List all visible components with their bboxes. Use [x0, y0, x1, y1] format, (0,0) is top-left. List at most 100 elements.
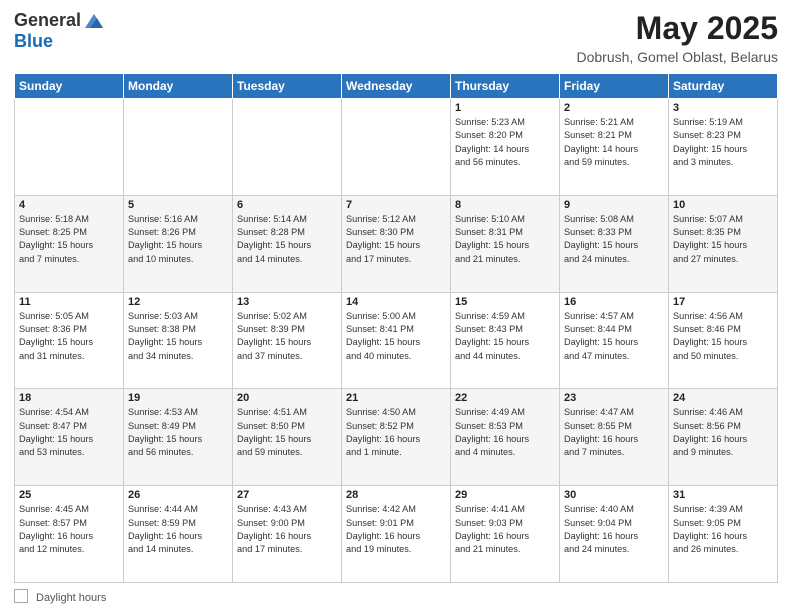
table-row: 7 Sunrise: 5:12 AMSunset: 8:30 PMDaylight… — [342, 195, 451, 292]
table-row: 18 Sunrise: 4:54 AMSunset: 8:47 PMDayligh… — [15, 389, 124, 486]
day-number: 4 — [19, 199, 119, 211]
table-row: 14 Sunrise: 5:00 AMSunset: 8:41 PMDayligh… — [342, 292, 451, 389]
day-number: 25 — [19, 489, 119, 501]
day-info: Sunrise: 5:00 AMSunset: 8:41 PMDaylight:… — [346, 310, 446, 363]
col-saturday: Saturday — [669, 74, 778, 99]
day-info: Sunrise: 5:12 AMSunset: 8:30 PMDaylight:… — [346, 213, 446, 266]
table-row: 6 Sunrise: 5:14 AMSunset: 8:28 PMDaylight… — [233, 195, 342, 292]
day-info: Sunrise: 4:49 AMSunset: 8:53 PMDaylight:… — [455, 406, 555, 459]
table-row: 28Sunrise: 4:42 AMSunset: 9:01 PMDayligh… — [342, 486, 451, 583]
table-row: 27Sunrise: 4:43 AMSunset: 9:00 PMDayligh… — [233, 486, 342, 583]
calendar-header: Sunday Monday Tuesday Wednesday Thursday… — [15, 74, 778, 99]
table-row: 26Sunrise: 4:44 AMSunset: 8:59 PMDayligh… — [124, 486, 233, 583]
day-number: 11 — [19, 296, 119, 308]
logo-icon — [83, 10, 105, 32]
table-row: 17 Sunrise: 4:56 AMSunset: 8:46 PMDayligh… — [669, 292, 778, 389]
day-info: Sunrise: 5:16 AMSunset: 8:26 PMDaylight:… — [128, 213, 228, 266]
day-info: Sunrise: 5:19 AMSunset: 8:23 PMDaylight:… — [673, 116, 773, 169]
table-row: 31 Sunrise: 4:39 AMSunset: 9:05 PMDayligh… — [669, 486, 778, 583]
day-number: 31 — [673, 489, 773, 501]
table-row: 12 Sunrise: 5:03 AMSunset: 8:38 PMDayligh… — [124, 292, 233, 389]
day-info: Sunrise: 4:56 AMSunset: 8:46 PMDaylight:… — [673, 310, 773, 363]
day-info: Sunrise: 5:02 AMSunset: 8:39 PMDaylight:… — [237, 310, 337, 363]
day-number: 28 — [346, 489, 446, 501]
table-row — [342, 99, 451, 196]
day-info: Sunrise: 4:50 AMSunset: 8:52 PMDaylight:… — [346, 406, 446, 459]
day-info: Sunrise: 4:51 AMSunset: 8:50 PMDaylight:… — [237, 406, 337, 459]
table-row: 1Sunrise: 5:23 AMSunset: 8:20 PMDaylight… — [451, 99, 560, 196]
day-info: Sunrise: 4:53 AMSunset: 8:49 PMDaylight:… — [128, 406, 228, 459]
day-number: 21 — [346, 392, 446, 404]
day-info: Sunrise: 4:54 AMSunset: 8:47 PMDaylight:… — [19, 406, 119, 459]
table-row: 3 Sunrise: 5:19 AMSunset: 8:23 PMDaylight… — [669, 99, 778, 196]
daylight-box-icon — [14, 589, 28, 603]
day-number: 14 — [346, 296, 446, 308]
day-number: 17 — [673, 296, 773, 308]
day-number: 30 — [564, 489, 664, 501]
day-info: Sunrise: 4:40 AMSunset: 9:04 PMDaylight:… — [564, 503, 664, 556]
col-wednesday: Wednesday — [342, 74, 451, 99]
table-row: 20 Sunrise: 4:51 AMSunset: 8:50 PMDayligh… — [233, 389, 342, 486]
col-monday: Monday — [124, 74, 233, 99]
table-row: 29Sunrise: 4:41 AMSunset: 9:03 PMDayligh… — [451, 486, 560, 583]
day-number: 13 — [237, 296, 337, 308]
logo-general-text: General — [14, 11, 81, 31]
table-row: 19 Sunrise: 4:53 AMSunset: 8:49 PMDayligh… — [124, 389, 233, 486]
day-number: 10 — [673, 199, 773, 211]
col-thursday: Thursday — [451, 74, 560, 99]
day-number: 16 — [564, 296, 664, 308]
logo-blue-text: Blue — [14, 32, 53, 52]
day-info: Sunrise: 4:44 AMSunset: 8:59 PMDaylight:… — [128, 503, 228, 556]
col-sunday: Sunday — [15, 74, 124, 99]
table-row: 25 Sunrise: 4:45 AMSunset: 8:57 PMDayligh… — [15, 486, 124, 583]
day-number: 12 — [128, 296, 228, 308]
day-info: Sunrise: 5:07 AMSunset: 8:35 PMDaylight:… — [673, 213, 773, 266]
day-info: Sunrise: 4:57 AMSunset: 8:44 PMDaylight:… — [564, 310, 664, 363]
day-number: 23 — [564, 392, 664, 404]
day-number: 19 — [128, 392, 228, 404]
day-number: 9 — [564, 199, 664, 211]
header: General Blue May 2025 Dobrush, Gomel Obl… — [14, 10, 778, 65]
day-number: 27 — [237, 489, 337, 501]
day-number: 15 — [455, 296, 555, 308]
day-number: 8 — [455, 199, 555, 211]
day-info: Sunrise: 5:18 AMSunset: 8:25 PMDaylight:… — [19, 213, 119, 266]
day-info: Sunrise: 5:21 AMSunset: 8:21 PMDaylight:… — [564, 116, 664, 169]
day-info: Sunrise: 5:03 AMSunset: 8:38 PMDaylight:… — [128, 310, 228, 363]
day-info: Sunrise: 5:08 AMSunset: 8:33 PMDaylight:… — [564, 213, 664, 266]
day-info: Sunrise: 4:46 AMSunset: 8:56 PMDaylight:… — [673, 406, 773, 459]
day-info: Sunrise: 4:41 AMSunset: 9:03 PMDaylight:… — [455, 503, 555, 556]
table-row: 5Sunrise: 5:16 AMSunset: 8:26 PMDaylight… — [124, 195, 233, 292]
page-title: May 2025 — [576, 10, 778, 47]
day-info: Sunrise: 4:59 AMSunset: 8:43 PMDaylight:… — [455, 310, 555, 363]
day-info: Sunrise: 5:23 AMSunset: 8:20 PMDaylight:… — [455, 116, 555, 169]
table-row: 24 Sunrise: 4:46 AMSunset: 8:56 PMDayligh… — [669, 389, 778, 486]
daylight-label: Daylight hours — [36, 592, 106, 604]
page-subtitle: Dobrush, Gomel Oblast, Belarus — [576, 49, 778, 65]
day-info: Sunrise: 5:14 AMSunset: 8:28 PMDaylight:… — [237, 213, 337, 266]
table-row: 11 Sunrise: 5:05 AMSunset: 8:36 PMDayligh… — [15, 292, 124, 389]
table-row: 13 Sunrise: 5:02 AMSunset: 8:39 PMDayligh… — [233, 292, 342, 389]
table-row: 4 Sunrise: 5:18 AMSunset: 8:25 PMDaylight… — [15, 195, 124, 292]
table-row — [124, 99, 233, 196]
day-number: 6 — [237, 199, 337, 211]
day-info: Sunrise: 4:39 AMSunset: 9:05 PMDaylight:… — [673, 503, 773, 556]
day-number: 3 — [673, 102, 773, 114]
day-number: 20 — [237, 392, 337, 404]
day-number: 18 — [19, 392, 119, 404]
logo: General Blue — [14, 10, 105, 52]
title-block: May 2025 Dobrush, Gomel Oblast, Belarus — [576, 10, 778, 65]
day-info: Sunrise: 4:47 AMSunset: 8:55 PMDaylight:… — [564, 406, 664, 459]
footer: Daylight hours — [14, 587, 778, 604]
day-info: Sunrise: 5:05 AMSunset: 8:36 PMDaylight:… — [19, 310, 119, 363]
day-number: 22 — [455, 392, 555, 404]
table-row: 30 Sunrise: 4:40 AMSunset: 9:04 PMDayligh… — [560, 486, 669, 583]
table-row: 15 Sunrise: 4:59 AMSunset: 8:43 PMDayligh… — [451, 292, 560, 389]
page: General Blue May 2025 Dobrush, Gomel Obl… — [0, 0, 792, 612]
table-row: 22 Sunrise: 4:49 AMSunset: 8:53 PMDayligh… — [451, 389, 560, 486]
day-info: Sunrise: 4:45 AMSunset: 8:57 PMDaylight:… — [19, 503, 119, 556]
day-number: 24 — [673, 392, 773, 404]
table-row: 2Sunrise: 5:21 AMSunset: 8:21 PMDaylight… — [560, 99, 669, 196]
day-number: 7 — [346, 199, 446, 211]
table-row: 21 Sunrise: 4:50 AMSunset: 8:52 PMDayligh… — [342, 389, 451, 486]
